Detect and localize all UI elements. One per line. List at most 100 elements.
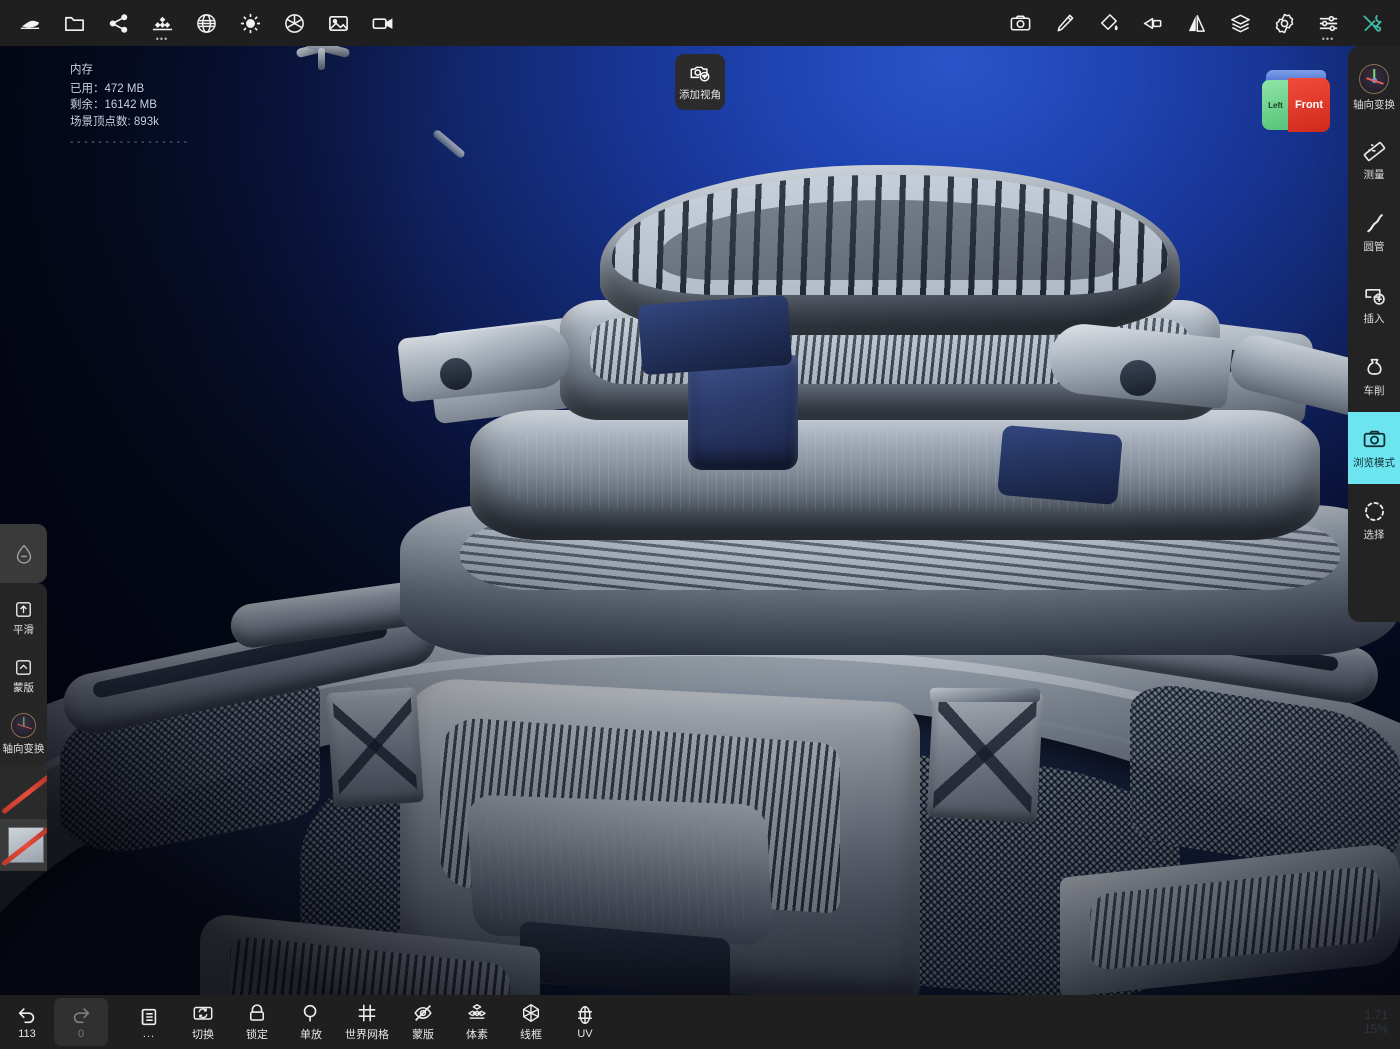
switch-icon	[192, 1002, 214, 1024]
sidebar-item-smooth[interactable]: 平滑	[0, 589, 47, 647]
wireframe-label: 线框	[520, 1026, 542, 1042]
sidebar-item-measure[interactable]: 测量	[1348, 124, 1400, 196]
ruler-icon	[1362, 139, 1387, 164]
file-open-button[interactable]	[52, 3, 96, 43]
add-viewpoint-button[interactable]: 添加视角	[675, 54, 725, 110]
material-swatch-b[interactable]	[0, 819, 47, 871]
tools-button[interactable]	[1350, 3, 1394, 43]
sidebar-label-tube: 圆管	[1364, 239, 1385, 254]
brush-intensity-button[interactable]	[0, 524, 47, 583]
axis-gizmo-icon	[1359, 64, 1389, 94]
redo-count: 0	[78, 1028, 84, 1040]
share-icon	[107, 12, 130, 35]
paint-bucket-icon	[1097, 12, 1120, 35]
top-toolbar-left-group: •••	[0, 3, 404, 43]
right-tool-sidebar: 轴向变换 测量 圆管 插入	[1348, 46, 1400, 622]
scene-list-dots: ...	[143, 1030, 155, 1038]
hud-free-label: 剩余：	[70, 99, 105, 111]
symmetry-button[interactable]	[1174, 3, 1218, 43]
gear-icon	[1273, 12, 1296, 35]
lathe-vase-icon	[1362, 355, 1387, 380]
list-panel-icon	[138, 1006, 160, 1028]
sidebar-label-select: 选择	[1364, 527, 1385, 542]
axis-gizmo-icon	[11, 713, 36, 738]
solo-label: 单放	[300, 1026, 322, 1042]
paint-button[interactable]	[1042, 3, 1086, 43]
sidebar-label-measure: 测量	[1364, 167, 1385, 182]
material-button[interactable]	[184, 3, 228, 43]
mask-visibility-button[interactable]: 蒙版	[396, 995, 450, 1049]
material-swatch-a[interactable]	[0, 767, 47, 819]
mask-visibility-label: 蒙版	[412, 1026, 434, 1042]
sidebar-item-select[interactable]: 选择	[1348, 484, 1400, 556]
postprocess-button[interactable]	[272, 3, 316, 43]
sidebar-item-axis-transform[interactable]: 轴向变换	[1348, 52, 1400, 124]
wireframe-icon	[520, 1002, 542, 1024]
insert-plus-icon	[1362, 283, 1387, 308]
uv-button[interactable]: UV	[558, 995, 612, 1049]
mirror-icon	[1185, 12, 1208, 35]
record-button[interactable]	[360, 3, 404, 43]
sidebar-item-lathe[interactable]: 车削	[1348, 340, 1400, 412]
settings-button[interactable]	[1262, 3, 1306, 43]
undo-count: 113	[18, 1028, 36, 1040]
hud-title: 内存	[70, 62, 188, 79]
grid-axes-icon	[356, 1002, 378, 1024]
sidebar-item-insert[interactable]: 插入	[1348, 268, 1400, 340]
sidebar-label-lathe: 车削	[1364, 383, 1385, 398]
stamp-button[interactable]	[1130, 3, 1174, 43]
stack-blocks-icon	[151, 12, 174, 35]
stat-scale-value: 1.71	[1364, 1008, 1388, 1022]
wireframe-button[interactable]: 线框	[504, 995, 558, 1049]
lighting-button[interactable]	[228, 3, 272, 43]
sliders-button[interactable]: •••	[1306, 3, 1350, 43]
viewport-3d[interactable]	[0, 0, 1400, 1049]
sidebar-item-browse-mode[interactable]: 浏览模式	[1348, 412, 1400, 484]
scene-list-button[interactable]: ...	[122, 995, 176, 1049]
layers-button[interactable]	[1218, 3, 1262, 43]
voxel-cubes-icon	[466, 1002, 488, 1024]
view-cube-front-face[interactable]: Front	[1288, 78, 1330, 132]
sliders-more-dots: •••	[1322, 36, 1334, 42]
voxel-button[interactable]: 体素	[450, 995, 504, 1049]
redo-button[interactable]: 0	[54, 998, 108, 1046]
file-new-button[interactable]	[8, 3, 52, 43]
magnifier-icon	[300, 1002, 322, 1024]
add-viewpoint-label: 添加视角	[679, 87, 721, 102]
arrow-up-box-icon	[14, 600, 33, 619]
solo-button[interactable]: 单放	[284, 995, 338, 1049]
hud-used-row: 已用：472 MB	[70, 81, 188, 98]
sun-icon	[239, 12, 262, 35]
lock-label: 锁定	[246, 1026, 268, 1042]
sliders-icon	[1317, 12, 1340, 35]
lock-button[interactable]: 锁定	[230, 995, 284, 1049]
undo-button[interactable]: 113	[0, 995, 54, 1049]
share-button[interactable]	[96, 3, 140, 43]
sidebar-item-tube[interactable]: 圆管	[1348, 196, 1400, 268]
uv-sphere-icon	[574, 1004, 596, 1026]
switch-label: 切换	[192, 1026, 214, 1042]
view-cube[interactable]: Left Front	[1262, 70, 1330, 132]
stamp-icon	[1141, 12, 1164, 35]
snapshot-button[interactable]	[998, 3, 1042, 43]
swatch-disabled-strike	[1, 772, 47, 814]
tools-icon	[1361, 12, 1384, 35]
switch-button[interactable]: 切换	[176, 995, 230, 1049]
undo-arrow-icon	[16, 1004, 38, 1026]
primitives-button[interactable]: •••	[140, 3, 184, 43]
stat-percent-value: 15%	[1364, 1022, 1388, 1036]
camera-icon	[1362, 427, 1387, 452]
eye-slash-icon	[412, 1002, 434, 1024]
background-button[interactable]	[316, 3, 360, 43]
sidebar-item-axis-transform-left[interactable]: 轴向变换	[0, 705, 47, 763]
top-toolbar: •••	[0, 0, 1400, 46]
sidebar-item-mask[interactable]: 蒙版	[0, 647, 47, 705]
world-grid-button[interactable]: 世界网格	[338, 995, 396, 1049]
folder-icon	[63, 12, 86, 35]
hud-verts-value: 893k	[134, 116, 159, 128]
view-cube-left-face[interactable]: Left	[1262, 80, 1289, 130]
fill-button[interactable]	[1086, 3, 1130, 43]
layers-icon	[1229, 12, 1252, 35]
droplet-minus-icon	[12, 541, 36, 567]
hud-verts-row: 场景顶点数: 893k	[70, 114, 188, 131]
